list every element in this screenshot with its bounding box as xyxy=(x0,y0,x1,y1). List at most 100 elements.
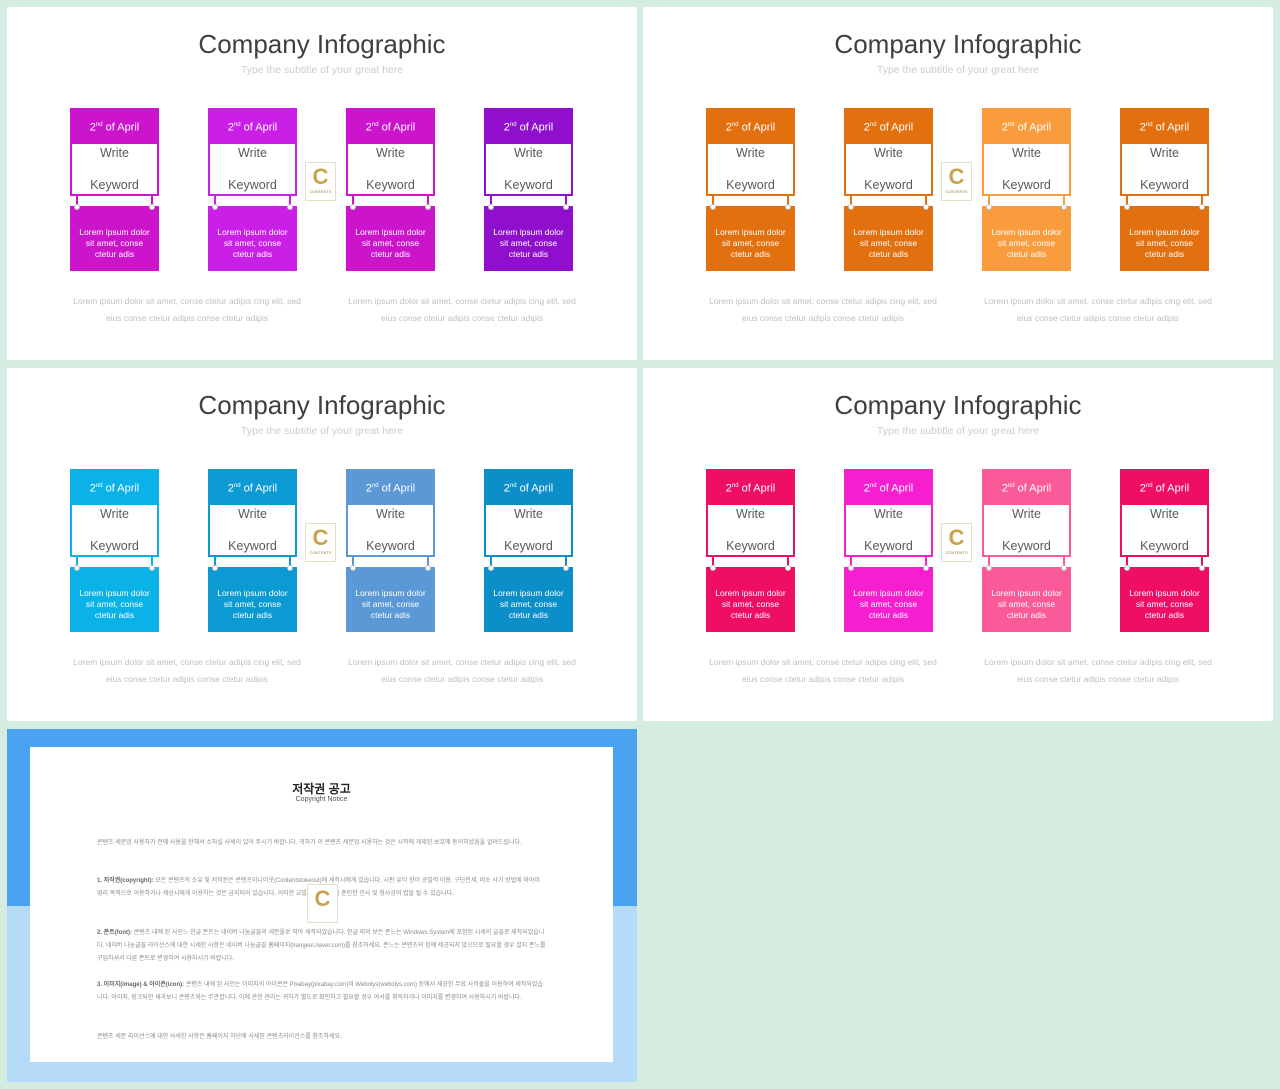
contents-logo-icon: C CONTENTS xyxy=(305,162,336,201)
slide-copyright[interactable]: 저작권 공고 Copyright Notice 콘텐츠 세문업 사용자가 전에 … xyxy=(7,729,637,1082)
date-suffix: nd xyxy=(1145,483,1153,489)
date-suffix: nd xyxy=(95,122,103,128)
date-card[interactable]: 2nd of April Write Keyword Lorem ipsum do… xyxy=(208,469,297,632)
card-date: 2nd of April xyxy=(484,108,573,142)
description-text: Lorem ipsum dolor sit amet, conse ctetur… xyxy=(984,657,1212,684)
keyword-box[interactable]: Write Keyword xyxy=(346,142,435,196)
description-text: Lorem ipsum dolor sit amet, conse ctetur… xyxy=(709,657,937,684)
date-suffix: nd xyxy=(95,483,103,489)
date-month: of April xyxy=(240,121,278,134)
hanger-ring xyxy=(287,565,293,571)
keyword-box[interactable]: Write Keyword xyxy=(1120,142,1209,196)
copyright-intro: 콘텐츠 세문업 사용자가 전에 사용을 한해서 소하실 사세이 있어 주시기 바… xyxy=(97,840,522,846)
date-card[interactable]: 2nd of April Write Keyword Lorem ipsum do… xyxy=(706,469,795,632)
keyword-line-2: Keyword xyxy=(366,178,415,192)
keyword-line-2: Keyword xyxy=(1002,539,1051,553)
date-card[interactable]: 2nd of April Write Keyword Lorem ipsum do… xyxy=(1120,108,1209,271)
copyright-title: 저작권 공고 xyxy=(292,782,351,796)
slide-2[interactable]: Company Infographic Type the subtitle of … xyxy=(643,7,1273,360)
date-month: of April xyxy=(516,482,554,495)
date-suffix: nd xyxy=(233,122,241,128)
logo-letter: C xyxy=(312,164,329,189)
keyword-box[interactable]: Write Keyword xyxy=(484,503,573,557)
date-card[interactable]: 2nd of April Write Keyword Lorem ipsum do… xyxy=(346,108,435,271)
description-text: Lorem ipsum dolor sit amet, conse ctetur… xyxy=(348,296,576,323)
keyword-box[interactable]: Write Keyword xyxy=(346,503,435,557)
contents-logo-icon: C CONTENTS xyxy=(305,523,336,562)
date-card[interactable]: 2nd of April Write Keyword Lorem ipsum do… xyxy=(208,108,297,271)
keyword-line-1: Write xyxy=(100,507,129,521)
hanger-ring xyxy=(1061,565,1067,571)
card-body-text: Lorem ipsum dolor sit amet, conse ctetur… xyxy=(1120,206,1209,271)
date-month: of April xyxy=(1152,482,1190,495)
keyword-box[interactable]: Write Keyword xyxy=(208,142,297,196)
date-suffix: nd xyxy=(371,483,379,489)
card-body-text: Lorem ipsum dolor sit amet, conse ctetur… xyxy=(844,206,933,271)
keyword-box[interactable]: Write Keyword xyxy=(484,142,573,196)
keyword-box[interactable]: Write Keyword xyxy=(982,503,1071,557)
keyword-line-1: Write xyxy=(1150,146,1179,160)
hanger-ring xyxy=(1124,565,1130,571)
keyword-box[interactable]: Write Keyword xyxy=(70,142,159,196)
date-card[interactable]: 2nd of April Write Keyword Lorem ipsum do… xyxy=(982,469,1071,632)
hanger-ring xyxy=(923,565,929,571)
keyword-line-2: Keyword xyxy=(1002,178,1051,192)
date-suffix: nd xyxy=(731,122,739,128)
contents-logo-icon: C CONTENTS xyxy=(941,162,972,201)
card-body-text: Lorem ipsum dolor sit amet, conse ctetur… xyxy=(844,567,933,632)
slide-4[interactable]: Company Infographic Type the subtitle of … xyxy=(643,368,1273,721)
keyword-line-1: Write xyxy=(238,507,267,521)
card-body-text: Lorem ipsum dolor sit amet, conse ctetur… xyxy=(70,206,159,271)
date-card[interactable]: 2nd of April Write Keyword Lorem ipsum do… xyxy=(484,108,573,271)
keyword-line-2: Keyword xyxy=(504,539,553,553)
keyword-box[interactable]: Write Keyword xyxy=(844,142,933,196)
hanger-ring xyxy=(149,565,155,571)
slide-1[interactable]: Company Infographic Type the subtitle of … xyxy=(7,7,637,360)
date-card[interactable]: 2nd of April Write Keyword Lorem ipsum do… xyxy=(484,469,573,632)
date-card[interactable]: 2nd of April Write Keyword Lorem ipsum do… xyxy=(70,108,159,271)
date-suffix: nd xyxy=(371,122,379,128)
date-month: of April xyxy=(240,482,278,495)
hanger-ring xyxy=(563,565,569,571)
keyword-line-1: Write xyxy=(1012,146,1041,160)
date-card[interactable]: 2nd of April Write Keyword Lorem ipsum do… xyxy=(844,108,933,271)
keyword-line-2: Keyword xyxy=(726,178,775,192)
slide-subtitle: Type the subtitle of your great here xyxy=(240,425,404,437)
slide-subtitle: Type the subtitle of your great here xyxy=(240,64,404,76)
keyword-box[interactable]: Write Keyword xyxy=(70,503,159,557)
keyword-line-2: Keyword xyxy=(366,539,415,553)
date-suffix: nd xyxy=(869,122,877,128)
date-card[interactable]: 2nd of April Write Keyword Lorem ipsum do… xyxy=(706,108,795,271)
description-text: Lorem ipsum dolor sit amet, conse ctetur… xyxy=(73,296,301,323)
date-month: of April xyxy=(738,121,776,134)
description-text: Lorem ipsum dolor sit amet, conse ctetur… xyxy=(709,296,937,323)
copyright-item-label: 1. 저작권(copyright): xyxy=(97,878,154,884)
keyword-line-2: Keyword xyxy=(726,539,775,553)
keyword-box[interactable]: Write Keyword xyxy=(208,503,297,557)
date-month: of April xyxy=(876,482,914,495)
keyword-box[interactable]: Write Keyword xyxy=(1120,503,1209,557)
date-card[interactable]: 2nd of April Write Keyword Lorem ipsum do… xyxy=(70,469,159,632)
slide-3[interactable]: Company Infographic Type the subtitle of … xyxy=(7,368,637,721)
slide-title: Company Infographic xyxy=(834,29,1082,59)
date-card[interactable]: 2nd of April Write Keyword Lorem ipsum do… xyxy=(346,469,435,632)
date-card[interactable]: 2nd of April Write Keyword Lorem ipsum do… xyxy=(1120,469,1209,632)
card-date: 2nd of April xyxy=(844,108,933,142)
date-month: of April xyxy=(1014,482,1052,495)
keyword-box[interactable]: Write Keyword xyxy=(706,503,795,557)
logo-letter: C xyxy=(312,525,329,550)
hanger-ring xyxy=(785,565,791,571)
keyword-box[interactable]: Write Keyword xyxy=(982,142,1071,196)
card-date: 2nd of April xyxy=(1120,469,1209,503)
hanger-ring xyxy=(488,565,494,571)
date-month: of April xyxy=(102,121,140,134)
card-body-text: Lorem ipsum dolor sit amet, conse ctetur… xyxy=(208,206,297,271)
hanger-ring xyxy=(350,204,356,210)
card-date: 2nd of April xyxy=(706,469,795,503)
keyword-box[interactable]: Write Keyword xyxy=(706,142,795,196)
hanger-ring xyxy=(74,204,80,210)
keyword-line-1: Write xyxy=(514,507,543,521)
keyword-box[interactable]: Write Keyword xyxy=(844,503,933,557)
date-card[interactable]: 2nd of April Write Keyword Lorem ipsum do… xyxy=(982,108,1071,271)
date-card[interactable]: 2nd of April Write Keyword Lorem ipsum do… xyxy=(844,469,933,632)
